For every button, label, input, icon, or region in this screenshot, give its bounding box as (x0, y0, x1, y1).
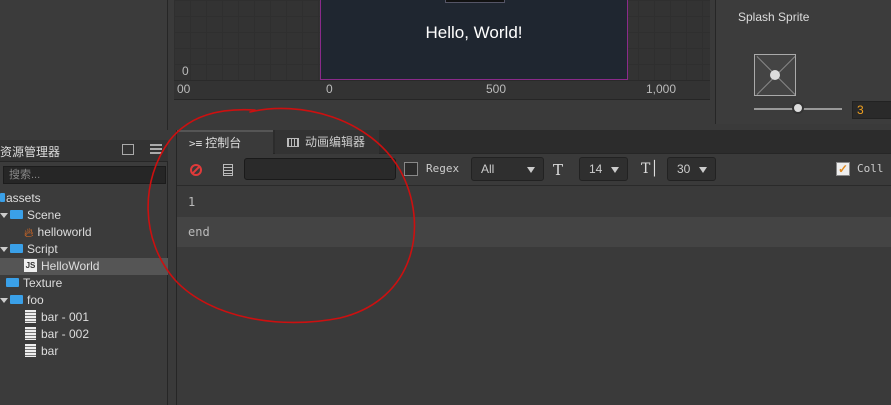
ruler-y-zero: 0 (182, 64, 189, 78)
horizontal-ruler: 00 0 500 1,000 (174, 80, 710, 99)
sprite-placeholder-icon (770, 70, 780, 80)
line-height-icon: T│ (641, 161, 659, 177)
slider-value-input[interactable]: 3 (852, 101, 891, 119)
tab-label: 动画编辑器 (305, 135, 366, 149)
line-height-select[interactable]: 30 (667, 157, 716, 181)
tab-label: 控制台 (205, 136, 242, 150)
tree-item-label: Script (27, 242, 58, 256)
folder-icon (10, 210, 23, 220)
tree-item-label: bar - 002 (41, 327, 90, 341)
tree-item-label: Texture (23, 276, 63, 290)
select-value: 14 (589, 162, 603, 176)
regex-label: Regex (426, 162, 460, 175)
clear-icon[interactable] (190, 164, 202, 176)
collapse-checkbox[interactable]: ✓ (836, 162, 850, 176)
ruler-label: 500 (486, 82, 507, 96)
log-file-icon[interactable] (223, 164, 233, 176)
tree-item-scene[interactable]: Scene (0, 207, 168, 224)
slider-handle[interactable] (792, 102, 804, 114)
inspector-panel: Splash Sprite 3 (715, 0, 891, 124)
tree-item-label: assets (6, 191, 41, 205)
log-entry[interactable]: end (177, 217, 891, 247)
chevron-down-icon (699, 167, 707, 173)
terminal-icon: >≡ (189, 137, 203, 150)
tree-item-assets[interactable]: assets (0, 190, 168, 207)
ruler-label: 0 (326, 82, 333, 96)
chevron-down-icon[interactable] (0, 247, 8, 253)
tree-item-label: HelloWorld (41, 259, 100, 273)
ruler-label: 00 (177, 82, 191, 96)
chevron-down-icon[interactable] (0, 298, 8, 304)
select-value: All (481, 162, 495, 176)
log-entry[interactable]: 1 (177, 187, 891, 217)
splash-sprite-label: Splash Sprite (738, 10, 810, 24)
tab-animation-editor[interactable]: 动画编辑器 (275, 130, 379, 154)
ruler-label: 1,000 (646, 82, 677, 96)
regex-checkbox[interactable] (404, 162, 418, 176)
folder-icon (6, 278, 19, 288)
tree-item-label: Scene (27, 208, 62, 222)
tree-item-helloworld-script[interactable]: JS HelloWorld (0, 258, 168, 275)
chevron-down-icon[interactable] (0, 213, 8, 219)
tree-item-bar-002[interactable]: bar - 002 (0, 326, 168, 343)
assets-title: 资源管理器 (0, 145, 61, 159)
top-left-panel (0, 0, 168, 130)
fire-icon: 🔥︎ (24, 225, 34, 241)
tree-item-label: bar - 001 (41, 310, 90, 324)
assets-header: 资源管理器 (0, 140, 168, 162)
file-icon (25, 310, 36, 324)
console-toolbar: Regex All T 14 T│ 30 ✓ Coll (177, 154, 891, 186)
logo-image (445, 0, 505, 3)
js-file-icon: JS (24, 259, 37, 273)
font-size-icon: T (553, 161, 564, 179)
folder-icon (10, 295, 23, 305)
select-value: 30 (677, 162, 691, 176)
tree-item-label: foo (27, 293, 44, 307)
chevron-down-icon (527, 167, 535, 173)
file-icon (25, 327, 36, 341)
scene-footer (174, 99, 710, 125)
log-level-select[interactable]: All (471, 157, 544, 181)
folder-icon (0, 193, 5, 203)
panel-tabbar: >≡ 控制台 动画编辑器 (177, 130, 891, 154)
tab-console[interactable]: >≡ 控制台 (177, 130, 273, 154)
animation-icon (287, 138, 299, 148)
tree-item-foo[interactable]: foo (0, 292, 168, 309)
font-size-select[interactable]: 14 (579, 157, 628, 181)
tree-item-label: bar (41, 344, 59, 358)
collapse-label: Coll (857, 162, 884, 175)
tree-item-bar-001[interactable]: bar - 001 (0, 309, 168, 326)
chevron-down-icon (611, 167, 619, 173)
design-canvas[interactable]: Hello, World! (320, 0, 628, 80)
hello-label: Hello, World! (425, 23, 523, 42)
menu-icon[interactable] (150, 144, 162, 155)
filter-input[interactable] (244, 158, 396, 180)
tree-item-label: helloworld (37, 225, 92, 239)
assets-panel: 资源管理器 搜索... assets Scene 🔥︎ helloworld Sc… (0, 140, 168, 405)
tree-item-helloworld[interactable]: 🔥︎ helloworld (0, 224, 168, 241)
console-panel: >≡ 控制台 动画编辑器 Regex All T 14 T│ 30 ✓ Coll … (176, 130, 891, 405)
tree-item-bar[interactable]: bar (0, 343, 168, 360)
tree-item-script[interactable]: Script (0, 241, 168, 258)
file-icon (25, 344, 36, 358)
sprite-preview-box[interactable] (754, 54, 796, 96)
window-icon[interactable] (122, 144, 134, 155)
folder-icon (10, 244, 23, 254)
tree-item-texture[interactable]: Texture (0, 275, 168, 292)
search-input[interactable]: 搜索... (3, 166, 166, 184)
